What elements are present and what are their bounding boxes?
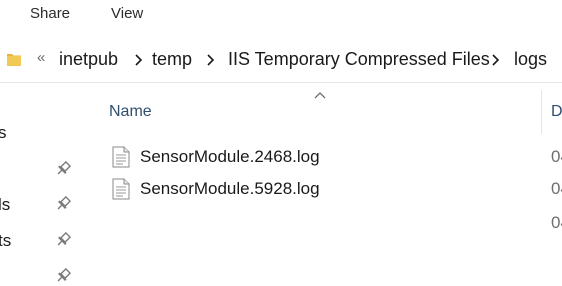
nav-item-label[interactable]: ts <box>0 231 11 251</box>
file-date-modified: 04 <box>551 147 562 166</box>
navigation-pane: s ls ts <box>0 83 80 286</box>
pin-icon[interactable] <box>55 161 71 177</box>
tab-share[interactable]: Share <box>30 5 70 22</box>
breadcrumb-overflow-button[interactable]: « <box>37 49 45 66</box>
chevron-right-icon[interactable] <box>133 53 143 67</box>
text-file-icon <box>112 178 130 200</box>
address-bar[interactable]: « inetpub temp IIS Temporary Compressed … <box>0 36 562 83</box>
breadcrumb-iis-temporary-compressed-files[interactable]: IIS Temporary Compressed Files <box>228 49 490 70</box>
nav-item-label[interactable]: ls <box>0 195 10 215</box>
ribbon-tabs: Share View <box>0 0 562 28</box>
file-date-modified: 04 <box>551 213 562 232</box>
folder-icon <box>7 54 21 66</box>
file-row[interactable]: SensorModule.2468.log 04 <box>108 144 562 172</box>
chevron-right-icon[interactable] <box>490 53 500 67</box>
pin-icon[interactable] <box>55 268 71 284</box>
sort-ascending-icon <box>314 92 326 99</box>
chevron-right-icon[interactable] <box>205 53 215 67</box>
file-date-modified: 04 <box>551 179 562 198</box>
text-file-icon <box>112 146 130 168</box>
breadcrumb-logs[interactable]: logs <box>514 49 547 70</box>
pin-icon[interactable] <box>55 196 71 212</box>
column-header-name[interactable]: Name <box>109 103 152 121</box>
pin-icon[interactable] <box>55 232 71 248</box>
column-header-row: Name D <box>80 90 562 134</box>
file-name[interactable]: SensorModule.2468.log <box>140 147 320 167</box>
file-name[interactable]: SensorModule.5928.log <box>140 179 320 199</box>
breadcrumb-temp[interactable]: temp <box>152 49 192 70</box>
column-divider[interactable] <box>541 90 542 134</box>
file-row[interactable]: SensorModule.5928.log 04 <box>108 176 562 204</box>
column-header-date[interactable]: D <box>551 103 562 121</box>
breadcrumb-inetpub[interactable]: inetpub <box>59 49 118 70</box>
nav-item-label[interactable]: s <box>0 123 7 143</box>
tab-view[interactable]: View <box>111 5 143 22</box>
